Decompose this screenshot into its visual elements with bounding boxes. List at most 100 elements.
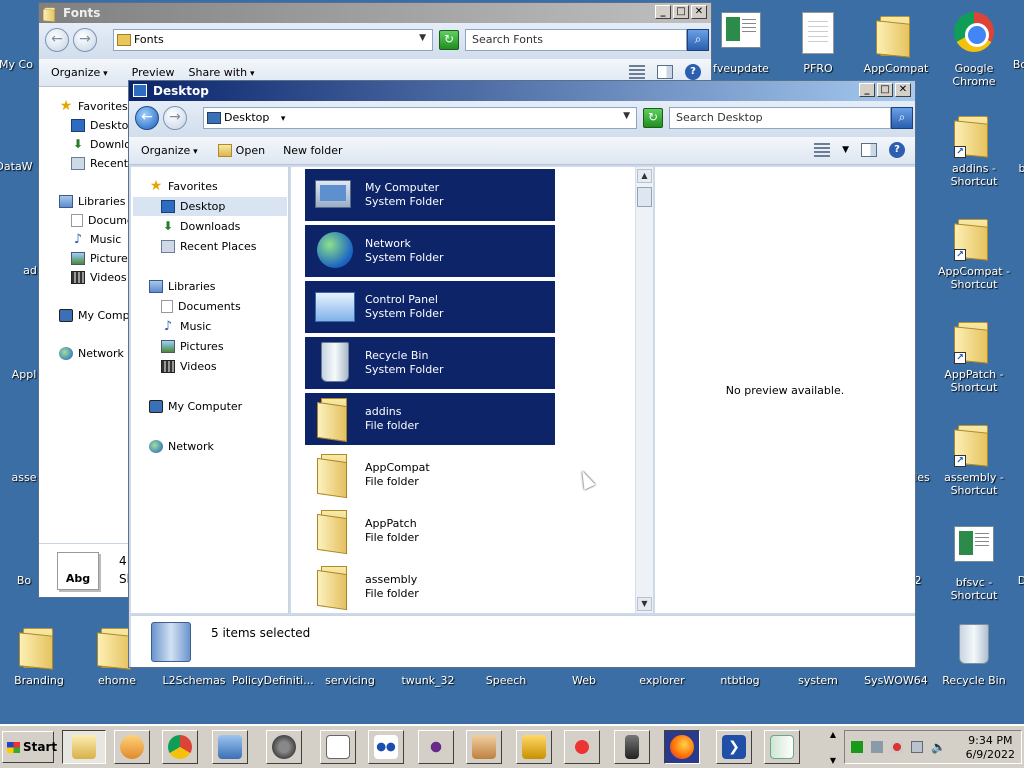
address-bar[interactable]: Fonts ▼ — [113, 29, 433, 51]
nav-favorites[interactable]: ★ Favorites — [59, 97, 128, 116]
organize-menu[interactable]: Organize — [51, 66, 108, 79]
organize-menu[interactable]: Organize — [141, 144, 198, 157]
refresh-button[interactable]: ↻ — [643, 108, 663, 128]
forward-button[interactable]: → — [163, 106, 187, 130]
desktop-icon-assembly-shortcut[interactable]: ↗ assembly - Shortcut — [935, 421, 1013, 497]
nav-music[interactable]: ♪ Music — [161, 317, 211, 336]
desktop-icon-appcompat[interactable]: AppCompat — [857, 12, 935, 75]
taskbar-network-app[interactable] — [212, 730, 248, 764]
taskbar-hearts[interactable] — [564, 730, 600, 764]
nav-music[interactable]: ♪ Music — [71, 230, 121, 249]
fonts-titlebar[interactable]: Fonts _ □ ✕ — [39, 3, 711, 23]
search-button[interactable]: ⌕ — [687, 29, 709, 51]
breadcrumb-chevron-icon[interactable]: ▾ — [281, 114, 286, 124]
taskbar-chrome[interactable] — [162, 730, 198, 764]
list-item[interactable]: My Computer System Folder — [305, 169, 555, 221]
nav-network[interactable]: Network — [149, 437, 214, 456]
taskbar-eyes-app[interactable] — [368, 730, 404, 764]
desktop-icon-bfsvc-shortcut[interactable]: bfsvc - Shortcut — [935, 526, 1013, 602]
help-icon[interactable]: ? — [685, 64, 701, 80]
nav-favorites[interactable]: ★ Favorites — [149, 177, 218, 196]
change-view-icon[interactable] — [814, 143, 831, 157]
taskbar-solitaire[interactable] — [320, 730, 356, 764]
share-with-menu[interactable]: Share with — [189, 66, 255, 79]
nav-downloads[interactable]: ⬇ Downlo — [71, 135, 128, 154]
desktop-icon-fveupdate[interactable]: fveupdate — [702, 12, 780, 75]
nav-videos[interactable]: Videos — [161, 357, 217, 376]
taskbar-firefox[interactable] — [664, 730, 700, 764]
search-input[interactable]: Search Desktop — [669, 107, 891, 129]
network-tray-icon[interactable] — [871, 741, 883, 753]
nav-libraries[interactable]: Libraries — [59, 192, 126, 211]
scroll-up-arrow-icon[interactable]: ▲ — [637, 169, 652, 183]
close-button[interactable]: ✕ — [895, 83, 911, 97]
desktop-window[interactable]: Desktop _ □ ✕ ← → Desktop ▾ ▼ ↻ Search D… — [128, 80, 916, 668]
taskbar-scroll[interactable]: ▲ ▼ — [826, 728, 840, 768]
preview-button[interactable]: Preview — [132, 66, 175, 79]
nav-videos[interactable]: Videos — [71, 268, 127, 287]
desktop-icon-recycle-bin[interactable]: Recycle Bin — [935, 624, 1013, 687]
search-button[interactable]: ⌕ — [891, 107, 913, 129]
nav-my-computer[interactable]: My Compu — [59, 306, 128, 325]
chevron-down-icon[interactable]: ▼ — [419, 33, 426, 43]
minimize-button[interactable]: _ — [655, 5, 671, 19]
taskbar-spider-solitaire[interactable] — [418, 730, 454, 764]
nav-documents[interactable]: Docume — [71, 211, 128, 230]
nav-my-computer[interactable]: My Computer — [149, 397, 242, 416]
new-folder-button[interactable]: New folder — [283, 144, 342, 157]
desktop-icon-addins-shortcut[interactable]: ↗ addins - Shortcut — [935, 112, 1013, 188]
nav-documents[interactable]: Documents — [161, 297, 241, 316]
desktop-titlebar[interactable]: Desktop _ □ ✕ — [129, 81, 915, 101]
desktop-icon-partial[interactable]: D — [1010, 574, 1024, 587]
minimize-button[interactable]: _ — [859, 83, 875, 97]
green-status-icon[interactable] — [851, 741, 863, 753]
taskbar-king-cards[interactable] — [516, 730, 552, 764]
maximize-button[interactable]: □ — [877, 83, 893, 97]
scroll-thumb[interactable] — [637, 187, 652, 207]
chevron-down-icon[interactable]: ▼ — [826, 754, 840, 767]
nav-downloads[interactable]: ⬇ Downloads — [161, 217, 240, 236]
nav-pictures[interactable]: Pictures — [71, 249, 128, 268]
nav-desktop[interactable]: Desktop — [133, 197, 287, 216]
list-item[interactable]: addins File folder — [305, 393, 555, 445]
nav-recent-places[interactable]: Recent Places — [161, 237, 257, 256]
search-input[interactable]: Search Fonts — [465, 29, 687, 51]
desktop-icon-partial[interactable]: Bo — [1008, 58, 1024, 71]
desktop-icon-chrome[interactable]: Google Chrome — [935, 12, 1013, 88]
open-button[interactable]: Open — [217, 144, 265, 157]
forward-button[interactable]: → — [73, 28, 97, 52]
taskbar-chess[interactable] — [614, 730, 650, 764]
taskbar-powershell[interactable]: ❯ — [716, 730, 752, 764]
desktop-icon-apppatch-shortcut[interactable]: ↗ AppPatch - Shortcut — [935, 318, 1013, 394]
list-item[interactable]: Recycle Bin System Folder — [305, 337, 555, 389]
window-tray-icon[interactable] — [911, 741, 923, 753]
preview-pane-icon[interactable] — [861, 143, 877, 157]
address-bar[interactable]: Desktop ▾ ▼ — [203, 107, 637, 129]
nav-libraries[interactable]: Libraries — [149, 277, 216, 296]
desktop-icon-pfro[interactable]: PFRO — [779, 12, 857, 75]
maximize-button[interactable]: □ — [673, 5, 689, 19]
back-button[interactable]: ← — [45, 28, 69, 52]
chevron-down-icon[interactable]: ▼ — [623, 111, 630, 121]
chevron-down-icon[interactable]: ▼ — [842, 145, 849, 155]
desktop-icon-branding[interactable]: Branding — [0, 624, 78, 687]
action-center-icon[interactable] — [891, 741, 903, 753]
list-item[interactable]: AppCompat File folder — [305, 449, 555, 501]
desktop-icon-partial[interactable]: b — [1010, 162, 1024, 175]
taskbar-explorer[interactable] — [62, 730, 106, 764]
file-list-scrollbar[interactable]: ▲ ▼ — [635, 167, 653, 613]
taskbar-gear-app[interactable] — [266, 730, 302, 764]
system-clock[interactable]: 9:34 PM 6/9/2022 — [966, 734, 1015, 762]
list-item[interactable]: Control Panel System Folder — [305, 281, 555, 333]
view-options-icon[interactable] — [629, 65, 645, 79]
taskbar-media-player[interactable] — [114, 730, 150, 764]
nav-pictures[interactable]: Pictures — [161, 337, 224, 356]
preview-pane-icon[interactable] — [657, 65, 673, 79]
desktop-icon-appcompat-shortcut[interactable]: ↗ AppCompat - Shortcut — [935, 215, 1013, 291]
taskbar-freecell[interactable] — [466, 730, 502, 764]
nav-recent[interactable]: Recent — [71, 154, 128, 173]
help-icon[interactable]: ? — [889, 142, 905, 158]
volume-icon[interactable]: 🔈 — [931, 741, 946, 753]
nav-desktop[interactable]: Desktop — [71, 116, 128, 135]
back-button[interactable]: ← — [135, 106, 159, 130]
